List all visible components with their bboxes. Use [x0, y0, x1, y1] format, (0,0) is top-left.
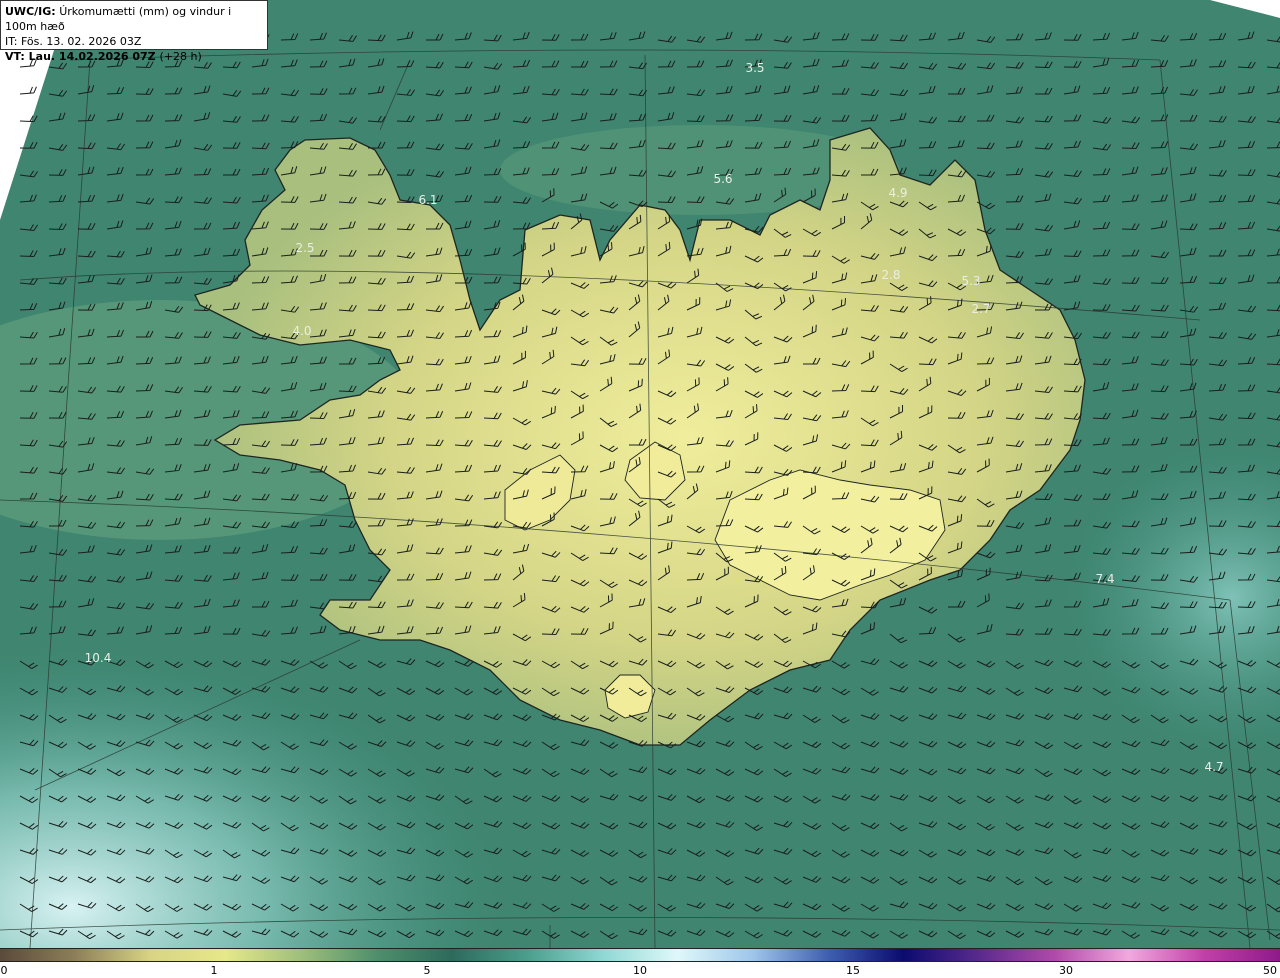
- valid-time: VT: Lau. 14.02.2026 07Z: [5, 50, 156, 63]
- map-label-northeast-2-8: 2.8: [881, 268, 901, 282]
- map-label-southwest-sea-10-4: 10.4: [84, 651, 112, 665]
- map-canvas: [0, 0, 1280, 948]
- map-title-box: UWC/IG: Úrkomumætti (mm) og vindur i 100…: [0, 0, 268, 63]
- colorbar-gradient: [0, 948, 1280, 962]
- title-line: UWC/IG: Úrkomumætti (mm) og vindur i 100…: [5, 4, 263, 34]
- colorbar-tick-10: 10: [633, 964, 647, 977]
- colorbar-tick-15: 15: [846, 964, 860, 977]
- colorbar-tick-50: 50: [1263, 964, 1277, 977]
- map-label-southeast-sea-7-4: 7.4: [1095, 572, 1115, 586]
- colorbar-tick-0: 0: [0, 964, 8, 977]
- map-label-north-coast-5-6: 5.6: [713, 172, 733, 186]
- map-label-east-5-3: 5.3: [961, 274, 981, 288]
- map-label-westfjords-2-5: 2.5: [295, 241, 315, 255]
- title-prefix: UWC/IG:: [5, 5, 56, 18]
- initial-time: IT: Fös. 13. 02. 2026 03Z: [5, 35, 142, 48]
- map-label-northeast-4-9: 4.9: [888, 186, 908, 200]
- forecast-map: UWC/IG: Úrkomumætti (mm) og vindur i 100…: [0, 0, 1280, 948]
- map-label-south-sea-4-7: 4.7: [1204, 760, 1224, 774]
- map-label-westfjords-6-1: 6.1: [418, 193, 438, 207]
- colorbar-tick-1: 1: [210, 964, 218, 977]
- map-label-west-4-0: 4.0: [292, 324, 312, 338]
- colorbar: 0 1 5 10 15 30 50: [0, 948, 1280, 978]
- colorbar-tick-5: 5: [423, 964, 431, 977]
- valid-time-offset: (+28 h): [159, 50, 202, 63]
- map-label-east-2-7: 2.7: [971, 302, 991, 316]
- colorbar-tick-30: 30: [1059, 964, 1073, 977]
- map-label-north-sea-3-5: 3.5: [745, 61, 765, 75]
- valid-time-line: VT: Lau. 14.02.2026 07Z (+28 h): [5, 49, 263, 64]
